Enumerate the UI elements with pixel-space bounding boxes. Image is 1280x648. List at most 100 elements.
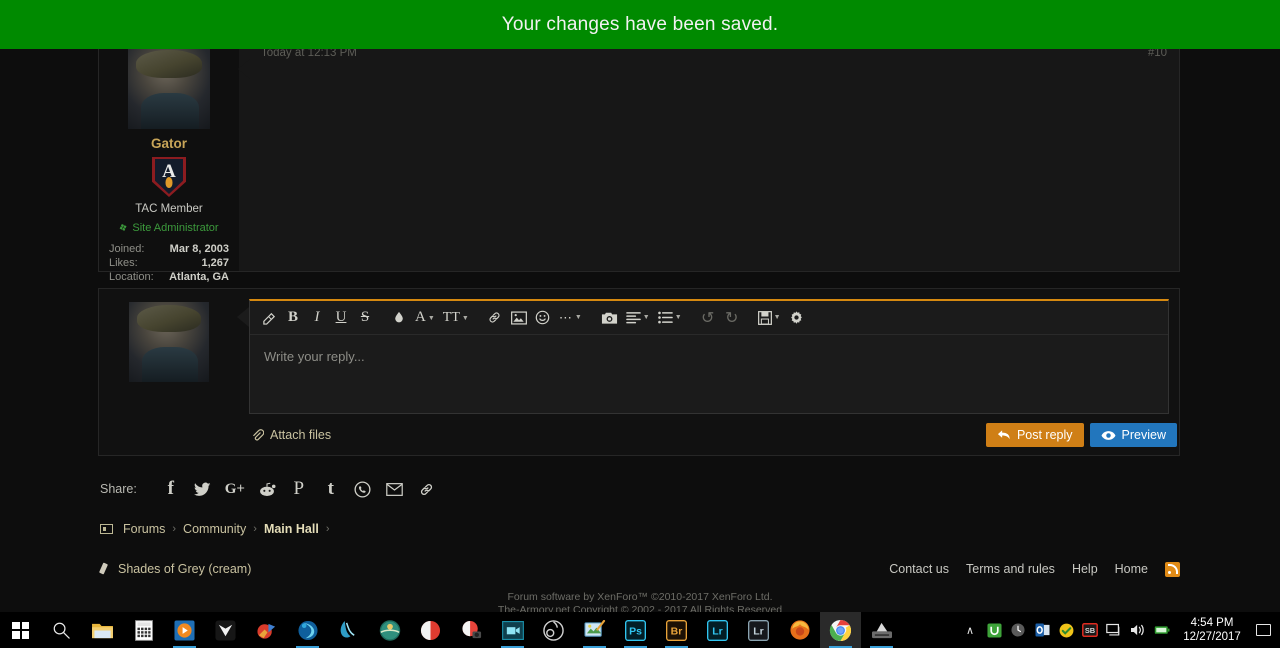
reply-arrow [237, 307, 249, 327]
attach-files-label: Attach files [270, 428, 332, 442]
obs-button[interactable] [533, 612, 574, 648]
outlook-tray-icon[interactable] [1030, 612, 1054, 648]
breadcrumb-item-forums[interactable]: Forums [123, 522, 165, 536]
bold-icon[interactable]: B [282, 306, 304, 330]
chrome-button[interactable] [820, 612, 861, 648]
paint-button[interactable] [574, 612, 615, 648]
copyright-line-1: Forum software by XenForo™ ©2010-2017 Xe… [507, 591, 773, 603]
align-icon[interactable]: ▼ [623, 306, 653, 330]
media-camera-icon[interactable] [598, 306, 621, 330]
scanner-button[interactable] [861, 612, 902, 648]
whatsapp-icon[interactable] [347, 480, 379, 498]
link-icon[interactable] [411, 482, 443, 497]
sb-tray-icon[interactable]: SB [1078, 612, 1102, 648]
photoshop-button[interactable]: Ps [615, 612, 656, 648]
clock-date: 12/27/2017 [1183, 631, 1241, 643]
avatar[interactable] [128, 47, 210, 129]
lightroom-icon: Lr [707, 619, 728, 641]
red-app-button[interactable] [410, 612, 451, 648]
pinterest-icon[interactable]: P [283, 478, 315, 500]
draft-save-icon[interactable]: ▼ [755, 306, 784, 330]
underline-icon[interactable]: U [330, 306, 352, 330]
app-white-button[interactable] [205, 612, 246, 648]
undo-icon[interactable]: ↺ [697, 306, 719, 330]
notification-icon [1255, 624, 1271, 636]
image-icon[interactable] [508, 306, 530, 330]
preview-button[interactable]: Preview [1089, 423, 1177, 447]
calculator-button[interactable] [123, 612, 164, 648]
breadcrumb-separator: › [172, 523, 177, 535]
footer-link-home[interactable]: Home [1115, 562, 1148, 576]
reply-input[interactable]: Write your reply... [250, 335, 1168, 378]
antivirus-tray-icon[interactable] [1054, 612, 1078, 648]
file-explorer-button[interactable] [82, 612, 123, 648]
media-player-icon [174, 619, 195, 641]
avatar[interactable] [129, 302, 209, 382]
style-chooser-button[interactable]: Shades of Grey (cream) [98, 562, 251, 576]
reply-footer: Attach files Post reply Preview [249, 415, 1179, 455]
utorrent-tray-icon[interactable] [982, 612, 1006, 648]
show-hidden-icons-button[interactable]: ∧ [958, 612, 982, 648]
video-app-button[interactable] [492, 612, 533, 648]
action-center-button[interactable] [1250, 612, 1276, 648]
attach-files-button[interactable]: Attach files [251, 428, 331, 442]
strikethrough-icon[interactable]: S [354, 306, 376, 330]
reddit-icon[interactable] [251, 482, 283, 497]
footer-link-terms-and-rules[interactable]: Terms and rules [966, 562, 1055, 576]
footer-link-help[interactable]: Help [1072, 562, 1098, 576]
twitter-icon[interactable] [187, 482, 219, 497]
google-plus-icon[interactable]: G+ [219, 481, 251, 498]
clock-tray-icon[interactable] [1006, 612, 1030, 648]
media-player-button[interactable] [164, 612, 205, 648]
search-button[interactable] [41, 612, 82, 648]
globe-app-button[interactable] [369, 612, 410, 648]
redo-icon[interactable]: ↻ [721, 306, 743, 330]
lightroom-classic-button[interactable]: Lr [738, 612, 779, 648]
username[interactable]: Gator [99, 136, 239, 151]
rss-icon[interactable] [1165, 561, 1180, 577]
photoshop-icon: Ps [625, 619, 646, 641]
network-tray-icon[interactable] [1102, 612, 1126, 648]
toolbar-separator [474, 306, 482, 330]
footer-link-contact-us[interactable]: Contact us [889, 562, 949, 576]
smilie-icon[interactable] [532, 306, 554, 330]
text-color-icon[interactable] [388, 306, 410, 330]
more-options-icon[interactable]: ⋯ ▼ [556, 306, 586, 330]
font-size-icon[interactable]: TT ▼ [440, 306, 472, 330]
forums-icon [100, 524, 113, 534]
volume-tray-icon[interactable] [1126, 612, 1150, 648]
corel-icon [256, 623, 275, 639]
svg-text:Br: Br [671, 625, 683, 637]
post-user-panel: Gator A TAC Member ❖ Site Administrator … [99, 43, 239, 283]
start-button[interactable] [0, 612, 41, 648]
stat-label: Joined: [109, 243, 145, 255]
camera-app-button[interactable] [451, 612, 492, 648]
font-family-icon[interactable]: A ▼ [412, 306, 438, 330]
blue-app-button[interactable] [287, 612, 328, 648]
post-reply-button[interactable]: Post reply [985, 423, 1084, 447]
facebook-icon[interactable]: f [155, 478, 187, 500]
svg-text:Ps: Ps [629, 625, 642, 637]
breadcrumb-item-main-hall[interactable]: Main Hall [264, 522, 319, 536]
list-icon[interactable]: ▼ [655, 306, 685, 330]
lightroom-button[interactable]: Lr [697, 612, 738, 648]
teal-app-button[interactable] [328, 612, 369, 648]
post-content-panel: Today at 12:13 PM #10 [238, 43, 1179, 271]
breadcrumb-item-community[interactable]: Community [183, 522, 246, 536]
obs-icon [543, 619, 564, 641]
stat-label: Likes: [109, 257, 138, 269]
battery-tray-icon[interactable] [1150, 612, 1174, 648]
corel-button[interactable] [246, 612, 287, 648]
email-icon[interactable] [379, 482, 411, 496]
taskbar-clock[interactable]: 4:54 PM 12/27/2017 [1174, 616, 1250, 644]
badge-flame-icon [165, 177, 173, 188]
italic-icon[interactable]: I [306, 306, 328, 330]
bridge-button[interactable]: Br [656, 612, 697, 648]
link-icon[interactable] [484, 306, 506, 330]
stat-value: 1,267 [201, 257, 229, 269]
tumblr-icon[interactable]: t [315, 478, 347, 500]
firefox-button[interactable] [779, 612, 820, 648]
reply-editor-main: B I U S A ▼ TT ▼ ⋯ ▼ ▼ ▼ ↺ ↻ ▼ Write you… [237, 289, 1179, 455]
remove-formatting-icon[interactable] [258, 306, 280, 330]
settings-gear-icon[interactable] [786, 306, 808, 330]
